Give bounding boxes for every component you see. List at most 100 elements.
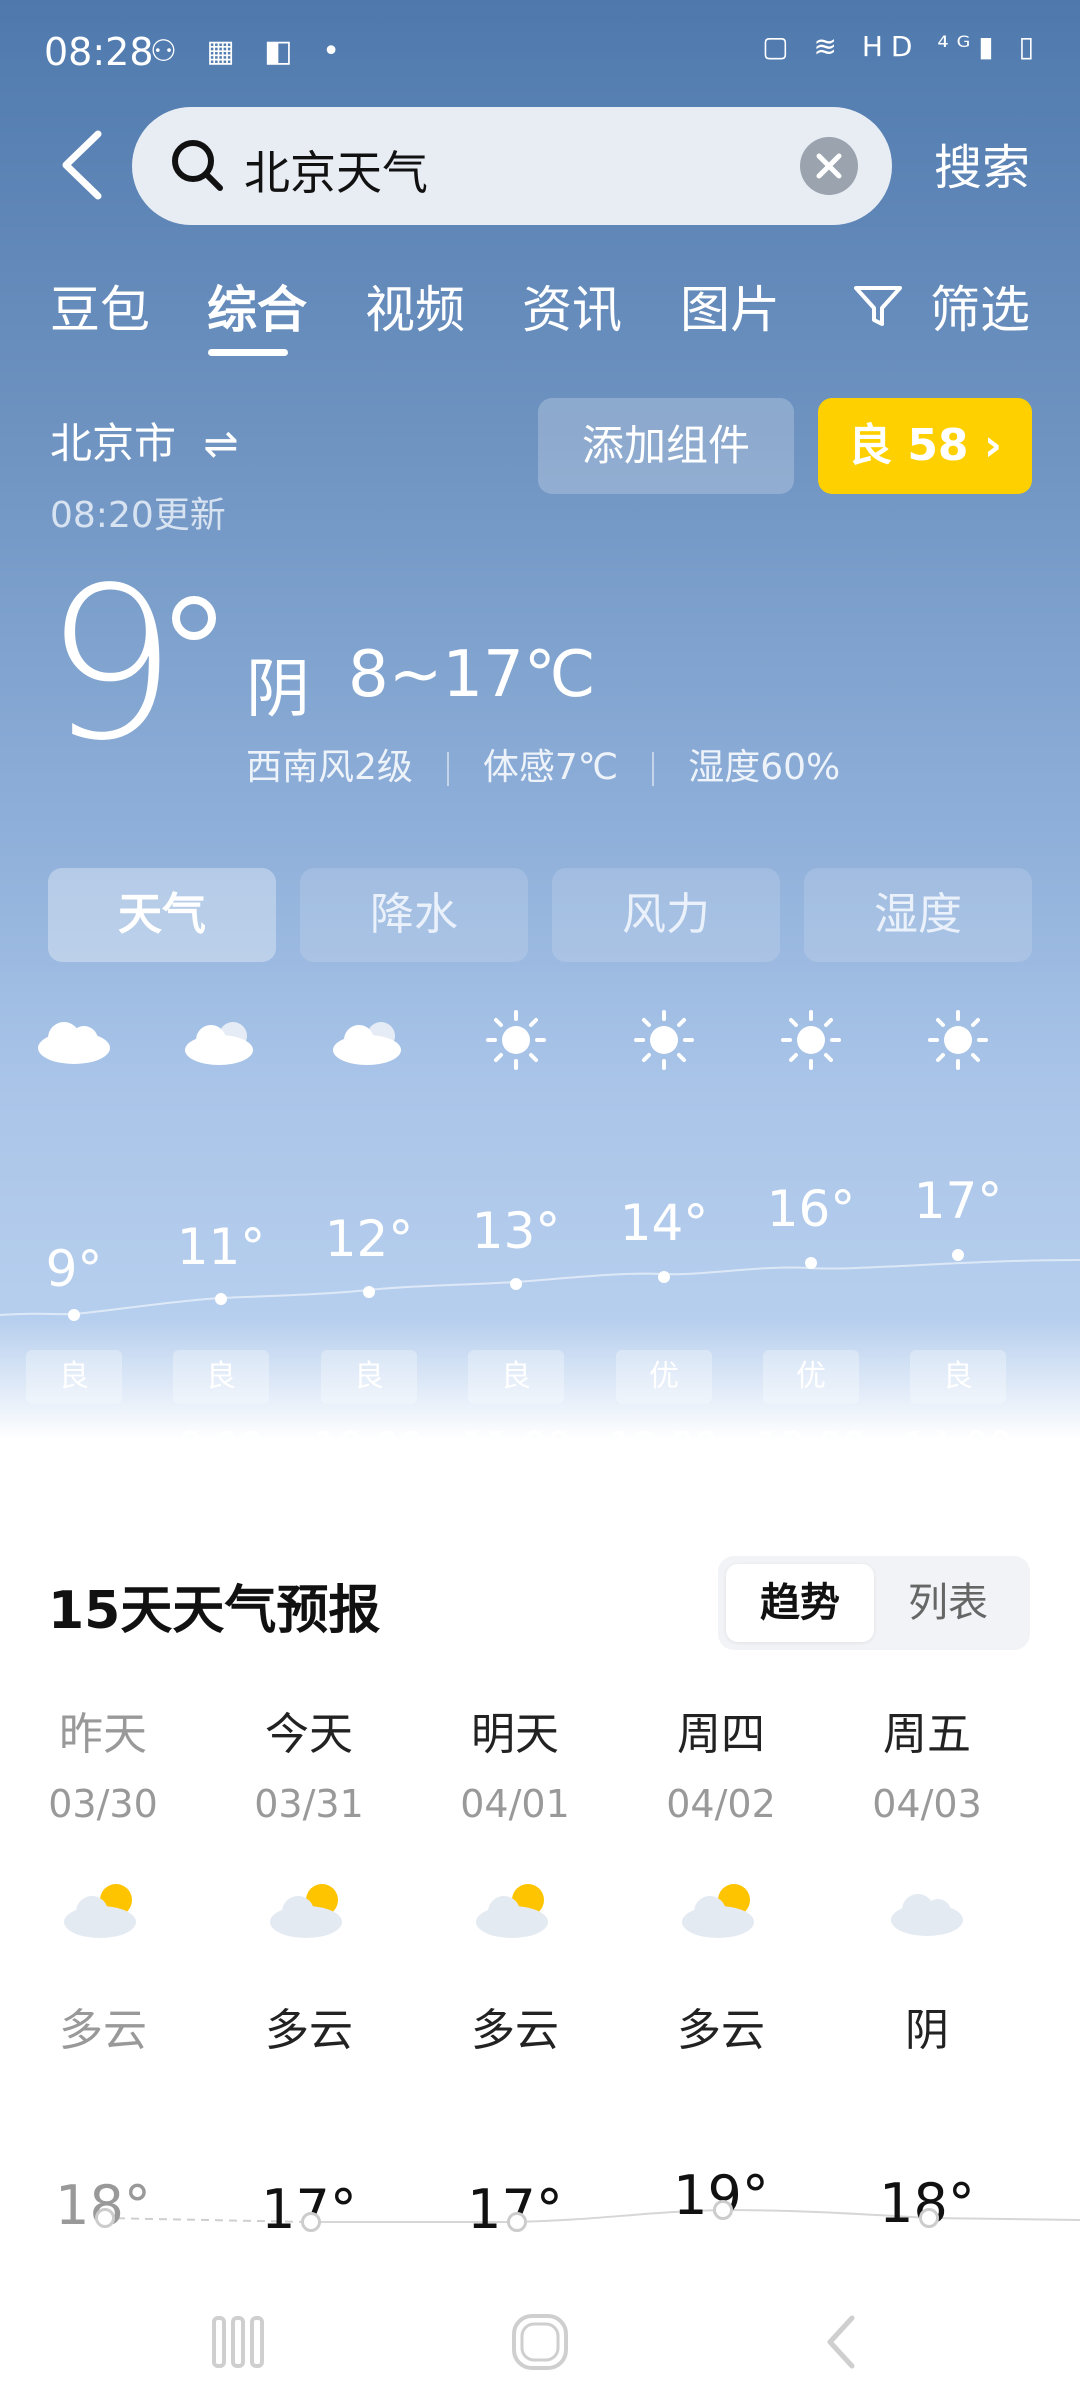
day-name: 昨天	[59, 1709, 147, 1760]
tab-comprehensive[interactable]: 综合	[207, 270, 307, 342]
hourly-aqi: 良	[910, 1350, 1006, 1404]
subtab-humidity[interactable]: 湿度	[804, 868, 1032, 962]
hourly-temp: 11°	[176, 1218, 266, 1276]
hourly-time: 9:00	[178, 1424, 264, 1468]
feels-like: 体感7℃	[482, 747, 619, 788]
home-icon[interactable]	[508, 2310, 572, 2374]
notification-icons: ⚇ ▦ ◧ •	[150, 34, 350, 69]
day-point	[95, 2208, 115, 2228]
aqi-badge-button[interactable]: 良 58 ›	[818, 398, 1032, 494]
day-date: 04/02	[666, 1782, 776, 1826]
subtab-wind[interactable]: 风力	[552, 868, 780, 962]
hourly-point	[215, 1293, 227, 1305]
partly-cloudy-icon	[58, 1876, 148, 1946]
day-name: 今天	[265, 1709, 353, 1760]
humidity-info: 湿度60%	[688, 747, 841, 788]
hourly-point	[658, 1271, 670, 1283]
current-temperature: 9	[44, 542, 178, 787]
search-box[interactable]: 北京天气	[132, 107, 892, 225]
back-nav-icon[interactable]	[810, 2310, 874, 2374]
forecast-day[interactable]: 昨天 03/30 多云 18°	[0, 1698, 206, 2237]
city-switcher[interactable]: 北京市 ⇌	[50, 410, 239, 471]
filter-button[interactable]: 筛选	[850, 270, 1040, 340]
hourly-point	[952, 1249, 964, 1261]
day-name: 周四	[677, 1709, 765, 1760]
back-button[interactable]	[50, 120, 120, 210]
filter-label: 筛选	[930, 281, 1030, 339]
day-point	[301, 2212, 321, 2232]
status-bar: 08:28 ⚇ ▦ ◧ • ▢ ≋ HD ⁴ᴳ▮ ▯	[0, 0, 1080, 110]
forecast-day[interactable]: 今天 03/31 多云 17°	[206, 1698, 412, 2241]
sun-icon	[928, 1010, 988, 1070]
sun-icon	[486, 1010, 546, 1070]
day-date: 03/31	[254, 1782, 364, 1826]
tab-doubao[interactable]: 豆包	[50, 270, 150, 342]
day-name: 周五	[883, 1709, 971, 1760]
hourly-temp: 16°	[766, 1180, 856, 1238]
subtab-precipitation[interactable]: 降水	[300, 868, 528, 962]
hourly-aqi: 良	[173, 1350, 269, 1404]
wind-info: 西南风2级	[246, 747, 413, 788]
hourly-point	[68, 1309, 80, 1321]
hourly-time: 10:00	[314, 1424, 424, 1468]
search-input[interactable]: 北京天气	[244, 137, 428, 203]
city-name: 北京市	[50, 419, 177, 468]
hourly-point	[363, 1286, 375, 1298]
cloud-icon	[38, 1022, 110, 1064]
day-name: 明天	[471, 1709, 559, 1760]
active-tab-indicator	[208, 349, 288, 356]
day-point	[507, 2212, 527, 2232]
swap-icon: ⇌	[203, 419, 239, 468]
hourly-forecast[interactable]: 9° 良 现在 11° 良 9:00 12° 良 10:00 13° 良 11:…	[0, 1010, 1080, 1480]
day-condition: 多云	[265, 2005, 353, 2056]
hourly-time: 12:00	[609, 1424, 719, 1468]
temperature-range: 8~17℃	[348, 638, 596, 712]
hourly-point	[805, 1257, 817, 1269]
sun-icon	[634, 1010, 694, 1070]
system-status-icons: ▢ ≋ HD ⁴ᴳ▮ ▯	[762, 30, 1042, 63]
recent-apps-icon[interactable]	[206, 2310, 270, 2374]
sun-icon	[781, 1010, 841, 1070]
forecast-panel: 15天天气预报 趋势 列表 昨天 03/30 多云 18° 今天 03/31 多…	[0, 1508, 1080, 2400]
search-icon	[172, 140, 223, 191]
hourly-aqi: 良	[468, 1350, 564, 1404]
cloud-icon	[333, 1022, 401, 1065]
day-condition: 多云	[471, 2005, 559, 2056]
hourly-temp: 9°	[45, 1240, 103, 1298]
day-date: 04/03	[872, 1782, 982, 1826]
forecast-day[interactable]: 明天 04/01 多云 17°	[412, 1698, 618, 2241]
hourly-aqi: 良	[26, 1350, 122, 1404]
weather-details: 西南风2级 体感7℃ 湿度60%	[246, 738, 840, 790]
update-time: 08:20更新	[50, 495, 226, 536]
status-time: 08:28	[44, 30, 154, 74]
tab-news[interactable]: 资讯	[522, 270, 622, 342]
day-date: 03/30	[48, 1782, 158, 1826]
hourly-temp: 14°	[619, 1194, 709, 1252]
hourly-temp: 13°	[471, 1202, 561, 1260]
tab-video[interactable]: 视频	[365, 270, 465, 342]
hourly-aqi: 良	[321, 1350, 417, 1404]
partly-cloudy-icon	[470, 1876, 560, 1946]
chevron-left-icon	[62, 130, 102, 200]
filter-icon	[854, 286, 902, 326]
search-button[interactable]: 搜索	[934, 128, 1030, 198]
hourly-point	[510, 1278, 522, 1290]
clear-icon[interactable]	[800, 137, 858, 195]
day-point	[713, 2200, 733, 2220]
degree-symbol	[172, 596, 216, 640]
hourly-time: 现在	[35, 1433, 112, 1477]
day-condition: 多云	[677, 2005, 765, 2056]
hourly-time: 13:00	[756, 1424, 866, 1468]
hourly-temp: 12°	[324, 1210, 414, 1268]
day-date: 04/01	[460, 1782, 570, 1826]
tab-images[interactable]: 图片	[680, 270, 780, 342]
hourly-temp: 17°	[913, 1172, 1003, 1230]
day-condition: 多云	[59, 2005, 147, 2056]
cloud-icon	[185, 1022, 253, 1065]
current-condition: 阴	[246, 653, 310, 727]
hourly-aqi: 优	[616, 1350, 712, 1404]
forecast-day[interactable]: 周五 04/03 阴 18°	[824, 1698, 1030, 2235]
add-widget-button[interactable]: 添加组件	[538, 398, 794, 494]
subtab-weather[interactable]: 天气	[48, 868, 276, 962]
forecast-day[interactable]: 周四 04/02 多云 19°	[618, 1698, 824, 2227]
